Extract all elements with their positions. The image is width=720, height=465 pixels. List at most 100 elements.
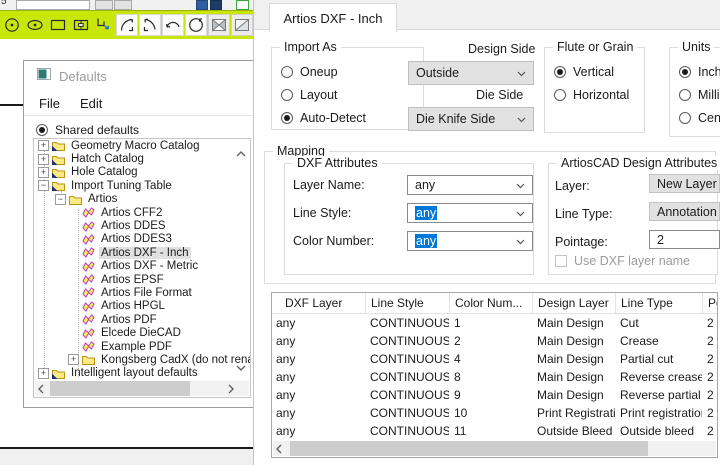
tree-item[interactable]: + Kongsberg CadX (do not rename [34, 353, 250, 366]
split-rectangle-tool[interactable] [70, 14, 92, 36]
tree-item[interactable]: −Artios [34, 193, 250, 206]
radio-inches[interactable]: Inches [679, 60, 720, 83]
tuning-icon [82, 221, 96, 232]
tree-item-label: Artios EPSF [99, 274, 166, 286]
defaults-tree: +Geometry Macro Catalog+Hatch Catalog+Ho… [34, 139, 250, 380]
tree-item-label: Kongsberg CadX (do not rename [99, 354, 251, 366]
tree-item[interactable]: +Intelligent layout defaults [34, 367, 250, 380]
tree-item-label: Artios PDF [99, 314, 159, 326]
expand-toggle-icon[interactable]: − [38, 180, 49, 191]
tree-item[interactable]: Artios DDES3 [34, 233, 250, 246]
radio-millimeters[interactable]: Millimeters [679, 83, 720, 106]
mirror-triangles-tool[interactable] [208, 14, 230, 36]
menu-file[interactable]: File [39, 96, 60, 111]
scroll-left-icon[interactable] [273, 444, 285, 454]
catalog-folder-icon [52, 154, 66, 165]
color-number-combo[interactable]: any [407, 231, 533, 251]
radio-circle [679, 66, 691, 78]
tree-horizontal-scrollbar[interactable] [35, 381, 249, 396]
radio-auto-detect[interactable]: Auto-Detect [281, 106, 421, 129]
table-row[interactable]: anyCONTINUOUS8Main DesignReverse crease2 [272, 368, 717, 386]
scroll-left-icon[interactable] [35, 384, 47, 394]
tree-item[interactable]: Artios File Format [34, 286, 250, 299]
ellipse-tool[interactable] [24, 14, 46, 36]
tree-item[interactable]: Artios DXF - Metric [34, 260, 250, 273]
mirror-diagonal-tool[interactable] [231, 14, 253, 36]
tree-item[interactable]: Artios PDF [34, 313, 250, 326]
radio-vertical[interactable]: Vertical [554, 60, 642, 83]
column-header[interactable]: Design Layer [532, 293, 615, 313]
menu-edit[interactable]: Edit [80, 96, 102, 111]
tree-item[interactable]: Artios DXF - Inch [34, 246, 250, 259]
column-header[interactable]: Line Style [365, 293, 449, 313]
expand-toggle-icon[interactable]: + [68, 354, 79, 365]
radio-layout[interactable]: Layout [281, 83, 421, 106]
circle-arrow-tool[interactable] [185, 14, 207, 36]
scrollbar-thumb[interactable] [290, 441, 648, 456]
defaults-titlebar[interactable]: Defaults [24, 61, 256, 91]
layer-value-box[interactable]: New Layer [649, 174, 720, 193]
circle-center-tool[interactable] [1, 14, 23, 36]
rectangle-tool[interactable] [47, 14, 69, 36]
units-options: InchesMillimetersCentimeters [679, 60, 720, 129]
tree-item-label: Artios File Format [99, 287, 194, 299]
arc-nw-tool[interactable] [139, 14, 161, 36]
layer-name-combo[interactable]: any [407, 175, 533, 195]
scroll-right-icon[interactable] [225, 384, 237, 394]
radio-horizontal[interactable]: Horizontal [554, 83, 642, 106]
table-row[interactable]: anyCONTINUOUS11Outside BleedOutside blee… [272, 422, 717, 440]
flute-or-grain-options: VerticalHorizontal [554, 60, 642, 106]
partial-button [95, 0, 113, 10]
radio-circle [679, 89, 691, 101]
table-horizontal-scrollbar[interactable] [273, 441, 716, 456]
tree-item[interactable]: +Hole Catalog [34, 166, 250, 179]
units-label: Units [678, 40, 714, 54]
scroll-up-icon[interactable] [236, 144, 246, 162]
semicircle-tool[interactable] [162, 14, 184, 36]
line-style-combo[interactable]: any [407, 203, 533, 223]
tab-artios-dxf-inch[interactable]: Artios DXF - Inch [269, 3, 397, 32]
polyline-arrow-tool[interactable] [93, 14, 115, 36]
radio-centimeters[interactable]: Centimeters [679, 106, 720, 129]
expand-toggle-icon[interactable]: + [38, 167, 49, 178]
radio-circle [281, 89, 293, 101]
tree-item[interactable]: +Hatch Catalog [34, 152, 250, 165]
expand-toggle-icon[interactable]: − [55, 194, 66, 205]
tree-item[interactable]: Artios DDES [34, 219, 250, 232]
column-header[interactable]: DXF Layer [272, 293, 365, 313]
tree-item[interactable]: −Import Tuning Table [34, 179, 250, 192]
table-row[interactable]: anyCONTINUOUS9Main DesignReverse partial… [272, 386, 717, 404]
column-header[interactable]: Line Type [615, 293, 702, 313]
tree-item[interactable]: Artios HPGL [34, 300, 250, 313]
table-row[interactable]: anyCONTINUOUS1Main DesignCut2 [272, 314, 717, 332]
tree-item[interactable]: Artios EPSF [34, 273, 250, 286]
expand-toggle-icon[interactable]: + [38, 140, 49, 151]
pointage-field[interactable]: 2 [649, 230, 720, 249]
tree-item[interactable]: Example PDF [34, 340, 250, 353]
table-row[interactable]: anyCONTINUOUS2Main DesignCrease2 [272, 332, 717, 350]
scroll-down-icon[interactable] [236, 358, 246, 376]
screen: 5 Defaults File Edit Shared defaults +Geo… [0, 0, 720, 465]
line-type-value-box[interactable]: Annotation [649, 202, 720, 221]
column-header[interactable]: Color Num... [449, 293, 532, 313]
radio-oneup[interactable]: Oneup [281, 60, 421, 83]
table-row[interactable]: anyCONTINUOUS10Print RegistrationPrint r… [272, 404, 717, 422]
chevron-down-icon [516, 206, 525, 220]
partial-glyph: 5 [1, 0, 7, 7]
mapping-table-header[interactable]: DXF LayerLine StyleColor Num...Design La… [272, 293, 717, 314]
tree-item[interactable]: Elcede DieCAD [34, 326, 250, 339]
expand-toggle-icon[interactable]: + [38, 154, 49, 165]
scrollbar-thumb[interactable] [50, 381, 190, 396]
tree-item[interactable]: +Geometry Macro Catalog [34, 139, 250, 152]
die-side-combo[interactable]: Die Knife Side [408, 107, 534, 131]
column-header[interactable]: Pointage [702, 293, 717, 313]
partial-green-icon [236, 0, 249, 10]
arc-ne-tool[interactable] [116, 14, 138, 36]
design-side-combo[interactable]: Outside [408, 61, 534, 85]
tree-item[interactable]: Artios CFF2 [34, 206, 250, 219]
tuning-icon [82, 287, 96, 298]
expand-toggle-icon[interactable]: + [38, 368, 49, 379]
tree-item-label: Artios DXF - Inch [99, 247, 191, 259]
shared-defaults-radio[interactable]: Shared defaults [36, 123, 256, 137]
table-row[interactable]: anyCONTINUOUS4Main DesignPartial cut2 [272, 350, 717, 368]
